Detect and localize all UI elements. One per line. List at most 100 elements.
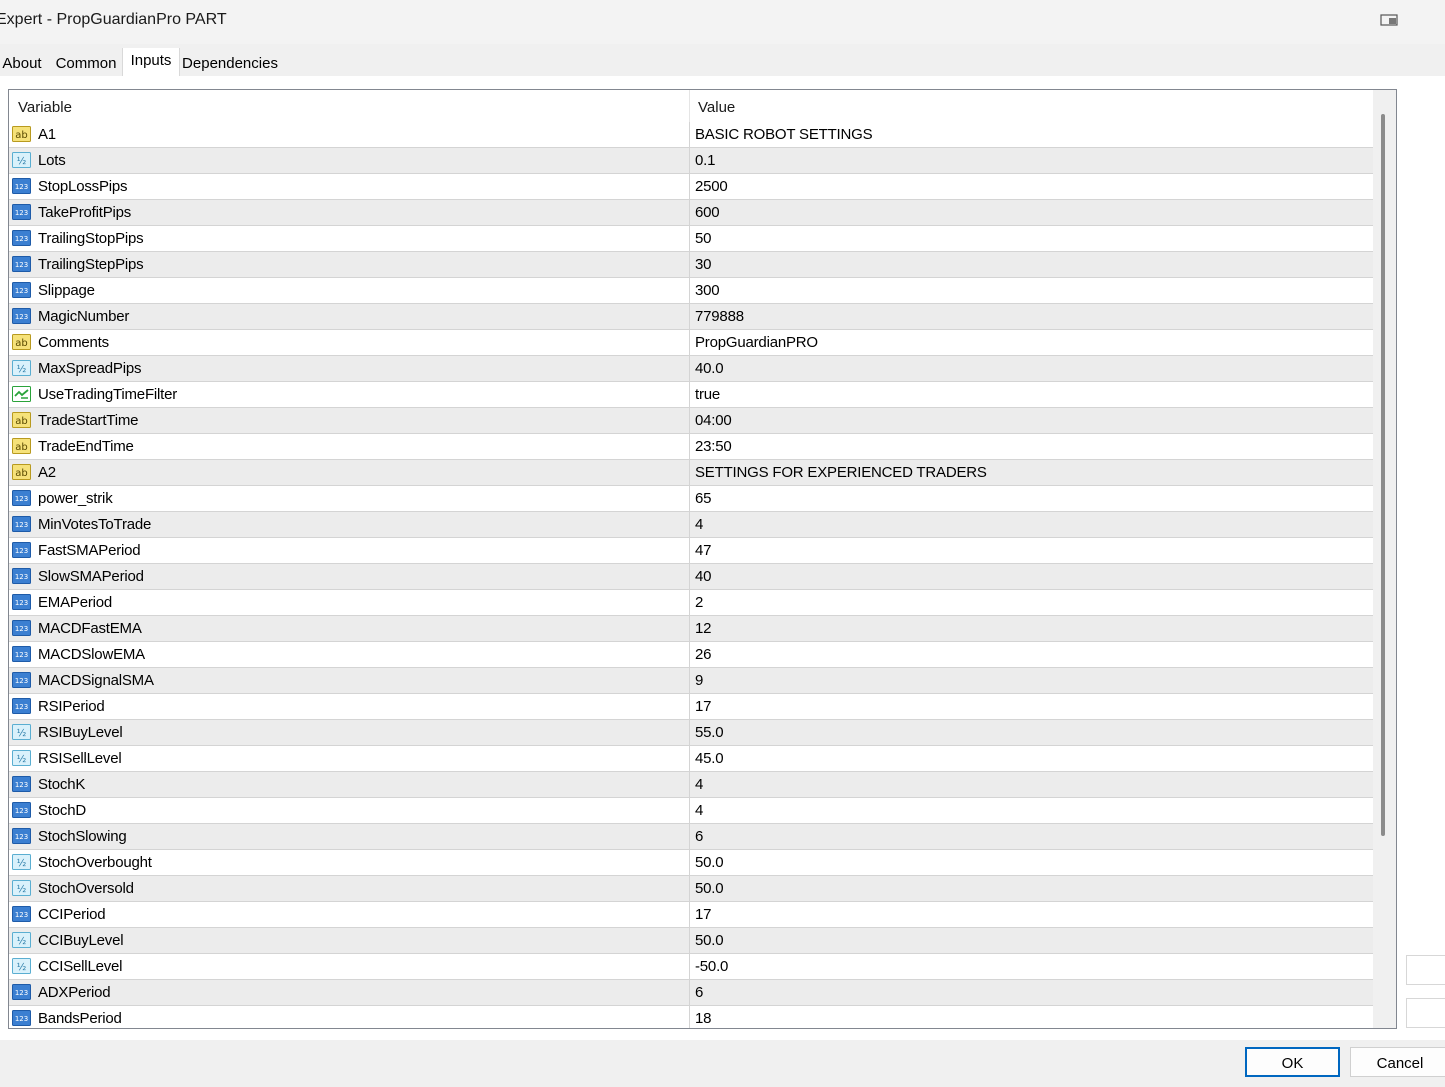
variable-cell[interactable]: ½ StochOversold: [9, 876, 690, 901]
table-row[interactable]: UseTradingTimeFilter true: [9, 382, 1373, 408]
window-restore-icon[interactable]: [1379, 12, 1401, 28]
variable-cell[interactable]: 123 power_strik: [9, 486, 690, 511]
table-row[interactable]: ab TradeStartTime 04:00: [9, 408, 1373, 434]
variable-cell[interactable]: ½ CCIBuyLevel: [9, 928, 690, 953]
variable-cell[interactable]: 123 TrailingStepPips: [9, 252, 690, 277]
value-cell[interactable]: 30: [695, 256, 712, 273]
table-row[interactable]: ½ Lots 0.1: [9, 148, 1373, 174]
value-cell[interactable]: 2: [695, 594, 703, 611]
table-row[interactable]: ½ RSIBuyLevel 55.0: [9, 720, 1373, 746]
variable-cell[interactable]: UseTradingTimeFilter: [9, 382, 690, 407]
value-cell[interactable]: 17: [695, 906, 712, 923]
value-cell[interactable]: 6: [695, 828, 703, 845]
value-cell[interactable]: 65: [695, 490, 712, 507]
table-row[interactable]: 123 MagicNumber 779888: [9, 304, 1373, 330]
value-cell[interactable]: true: [695, 386, 720, 403]
variable-cell[interactable]: ½ RSISellLevel: [9, 746, 690, 771]
table-row[interactable]: 123 SlowSMAPeriod 40: [9, 564, 1373, 590]
variable-cell[interactable]: ½ CCISellLevel: [9, 954, 690, 979]
value-cell[interactable]: 9: [695, 672, 703, 689]
table-row[interactable]: ab TradeEndTime 23:50: [9, 434, 1373, 460]
variable-cell[interactable]: 123 StochK: [9, 772, 690, 797]
variable-cell[interactable]: ½ Lots: [9, 148, 690, 173]
value-cell[interactable]: BASIC ROBOT SETTINGS: [695, 126, 873, 143]
table-row[interactable]: ½ CCISellLevel -50.0: [9, 954, 1373, 980]
table-row[interactable]: 123 CCIPeriod 17: [9, 902, 1373, 928]
variable-cell[interactable]: 123 BandsPeriod: [9, 1006, 690, 1028]
column-divider[interactable]: [689, 90, 690, 122]
value-cell[interactable]: 23:50: [695, 438, 732, 455]
value-cell[interactable]: 40.0: [695, 360, 724, 377]
table-row[interactable]: ab A1 BASIC ROBOT SETTINGS: [9, 122, 1373, 148]
value-cell[interactable]: 50.0: [695, 854, 724, 871]
value-cell[interactable]: 50.0: [695, 880, 724, 897]
variable-cell[interactable]: 123 ADXPeriod: [9, 980, 690, 1005]
table-row[interactable]: 123 MACDFastEMA 12: [9, 616, 1373, 642]
variable-cell[interactable]: ½ RSIBuyLevel: [9, 720, 690, 745]
variable-cell[interactable]: 123 MinVotesToTrade: [9, 512, 690, 537]
table-row[interactable]: 123 FastSMAPeriod 47: [9, 538, 1373, 564]
value-cell[interactable]: 4: [695, 516, 703, 533]
column-header-variable[interactable]: Variable: [18, 99, 72, 116]
value-cell[interactable]: 47: [695, 542, 712, 559]
value-cell[interactable]: 0.1: [695, 152, 715, 169]
variable-cell[interactable]: 123 MACDFastEMA: [9, 616, 690, 641]
scrollbar-thumb[interactable]: [1381, 114, 1385, 836]
variable-cell[interactable]: 123 MagicNumber: [9, 304, 690, 329]
table-row[interactable]: ab Comments PropGuardianPRO: [9, 330, 1373, 356]
value-cell[interactable]: 50: [695, 230, 712, 247]
tab-inputs[interactable]: Inputs: [122, 48, 180, 76]
variable-cell[interactable]: ab TradeEndTime: [9, 434, 690, 459]
value-cell[interactable]: 12: [695, 620, 712, 637]
variable-cell[interactable]: 123 EMAPeriod: [9, 590, 690, 615]
table-row[interactable]: ½ MaxSpreadPips 40.0: [9, 356, 1373, 382]
value-cell[interactable]: 300: [695, 282, 720, 299]
value-cell[interactable]: 26: [695, 646, 712, 663]
table-row[interactable]: 123 BandsPeriod 18: [9, 1006, 1373, 1028]
table-row[interactable]: 123 TakeProfitPips 600: [9, 200, 1373, 226]
value-cell[interactable]: 45.0: [695, 750, 724, 767]
table-row[interactable]: 123 MACDSlowEMA 26: [9, 642, 1373, 668]
table-row[interactable]: ½ CCIBuyLevel 50.0: [9, 928, 1373, 954]
variable-cell[interactable]: ab A1: [9, 122, 690, 147]
variable-cell[interactable]: 123 TrailingStopPips: [9, 226, 690, 251]
value-cell[interactable]: SETTINGS FOR EXPERIENCED TRADERS: [695, 464, 987, 481]
table-row[interactable]: ½ RSISellLevel 45.0: [9, 746, 1373, 772]
table-row[interactable]: 123 RSIPeriod 17: [9, 694, 1373, 720]
value-cell[interactable]: 17: [695, 698, 712, 715]
tab-dependencies[interactable]: Dependencies: [180, 50, 280, 76]
value-cell[interactable]: 4: [695, 776, 703, 793]
variable-cell[interactable]: 123 StochD: [9, 798, 690, 823]
table-row[interactable]: 123 MACDSignalSMA 9: [9, 668, 1373, 694]
value-cell[interactable]: 6: [695, 984, 703, 1001]
column-header-value[interactable]: Value: [698, 99, 735, 116]
table-row[interactable]: 123 Slippage 300: [9, 278, 1373, 304]
variable-cell[interactable]: 123 TakeProfitPips: [9, 200, 690, 225]
table-row[interactable]: 123 TrailingStepPips 30: [9, 252, 1373, 278]
value-cell[interactable]: 4: [695, 802, 703, 819]
variable-cell[interactable]: 123 Slippage: [9, 278, 690, 303]
table-row[interactable]: 123 StochD 4: [9, 798, 1373, 824]
tab-common[interactable]: Common: [50, 50, 122, 76]
variable-cell[interactable]: ab A2: [9, 460, 690, 485]
variable-cell[interactable]: 123 FastSMAPeriod: [9, 538, 690, 563]
table-row[interactable]: ½ StochOversold 50.0: [9, 876, 1373, 902]
value-cell[interactable]: 600: [695, 204, 720, 221]
variable-cell[interactable]: 123 SlowSMAPeriod: [9, 564, 690, 589]
variable-cell[interactable]: ½ MaxSpreadPips: [9, 356, 690, 381]
table-row[interactable]: 123 TrailingStopPips 50: [9, 226, 1373, 252]
value-cell[interactable]: PropGuardianPRO: [695, 334, 818, 351]
table-row[interactable]: 123 StochSlowing 6: [9, 824, 1373, 850]
table-row[interactable]: 123 StopLossPips 2500: [9, 174, 1373, 200]
table-row[interactable]: 123 StochK 4: [9, 772, 1373, 798]
vertical-scrollbar[interactable]: [1373, 90, 1396, 1028]
variable-cell[interactable]: 123 StochSlowing: [9, 824, 690, 849]
value-cell[interactable]: 55.0: [695, 724, 724, 741]
table-row[interactable]: 123 EMAPeriod 2: [9, 590, 1373, 616]
value-cell[interactable]: 779888: [695, 308, 744, 325]
tab-about[interactable]: About: [0, 50, 44, 76]
table-row[interactable]: ab A2 SETTINGS FOR EXPERIENCED TRADERS: [9, 460, 1373, 486]
variable-cell[interactable]: ab Comments: [9, 330, 690, 355]
variable-cell[interactable]: 123 RSIPeriod: [9, 694, 690, 719]
value-cell[interactable]: 40: [695, 568, 712, 585]
